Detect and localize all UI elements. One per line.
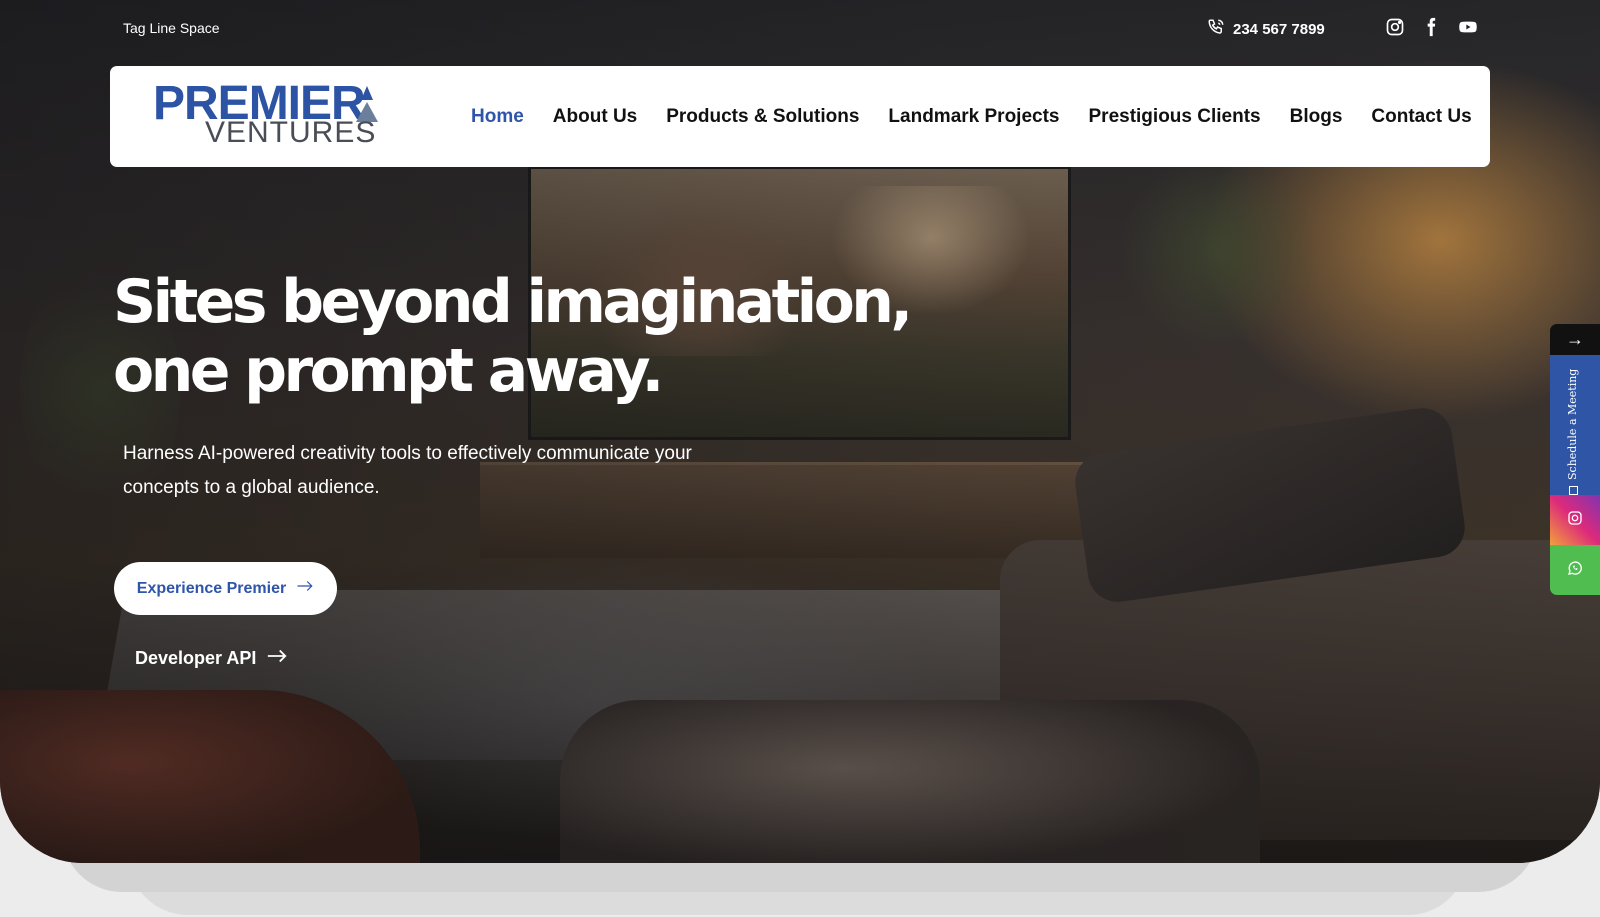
hero-section: Tag Line Space 234 567 7899 PREMIER VENT…: [0, 0, 1600, 863]
schedule-meeting-label: Schedule a Meeting: [1566, 369, 1579, 495]
instagram-icon: [1567, 510, 1583, 531]
nav-prestigious-clients[interactable]: Prestigious Clients: [1089, 106, 1261, 128]
logo-line2: VENTURES: [205, 116, 377, 149]
hero-subtitle: Harness AI-powered creativity tools to e…: [123, 443, 692, 498]
phone-number: 234 567 7899: [1233, 20, 1325, 38]
nav-contact-us[interactable]: Contact Us: [1371, 106, 1471, 128]
nav-home[interactable]: Home: [471, 106, 524, 128]
arrow-right-icon: →: [1566, 329, 1584, 349]
arrow-right-icon: [296, 579, 314, 598]
phone-icon: [1207, 18, 1225, 40]
logo-triangle-icon: [361, 86, 373, 100]
nav-card: PREMIER VENTURES Home About Us Products …: [110, 66, 1490, 167]
nav-about-us[interactable]: About Us: [553, 106, 637, 128]
calendar-icon: [1568, 486, 1578, 495]
tagline: Tag Line Space: [123, 20, 220, 36]
youtube-icon[interactable]: [1457, 17, 1479, 39]
experience-premier-button[interactable]: Experience Premier: [114, 562, 337, 615]
logo[interactable]: PREMIER VENTURES: [153, 80, 383, 152]
main-nav: Home About Us Products & Solutions Landm…: [471, 66, 1501, 167]
whatsapp-icon: [1567, 560, 1583, 581]
arrow-right-icon: [266, 648, 288, 669]
nav-blogs[interactable]: Blogs: [1290, 106, 1343, 128]
cta-label: Experience Premier: [136, 579, 287, 597]
nav-products-solutions[interactable]: Products & Solutions: [666, 106, 859, 128]
nav-landmark-projects[interactable]: Landmark Projects: [888, 106, 1059, 128]
side-instagram-button[interactable]: [1550, 495, 1600, 545]
hero-headline: Sites beyond imagination, one prompt awa…: [113, 267, 913, 406]
developer-api-label: Developer API: [135, 648, 257, 668]
instagram-icon[interactable]: [1385, 17, 1407, 39]
phone-link[interactable]: 234 567 7899: [1207, 18, 1325, 40]
developer-api-link[interactable]: Developer API: [135, 648, 288, 669]
social-links: [1385, 17, 1479, 39]
schedule-meeting-button[interactable]: Schedule a Meeting: [1550, 355, 1600, 495]
facebook-icon[interactable]: [1421, 17, 1443, 39]
side-collapse-button[interactable]: →: [1550, 324, 1600, 355]
side-widget: → Schedule a Meeting: [1550, 324, 1600, 595]
side-whatsapp-button[interactable]: [1550, 545, 1600, 595]
